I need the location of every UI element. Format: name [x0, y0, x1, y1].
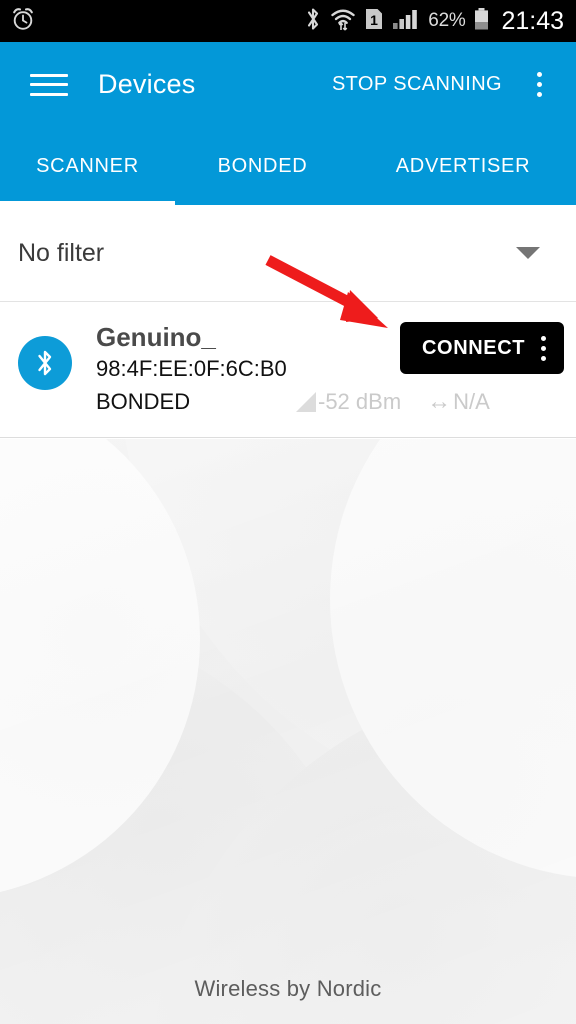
status-bar-clock: 21:43 [501, 6, 564, 35]
page-title: Devices [98, 69, 196, 99]
svg-text:1: 1 [370, 12, 378, 28]
device-meta-row: BONDED -52 dBm ↔ N/A [96, 388, 560, 416]
status-bar: 1 62% 21:43 [0, 0, 576, 42]
battery-icon [473, 6, 490, 37]
status-bar-right: 1 62% 21:43 [304, 6, 564, 37]
cellular-signal-icon [392, 6, 420, 37]
rssi-value: -52 dBm [318, 389, 402, 415]
tab-bar: SCANNER BONDED ADVERTISER [0, 127, 576, 205]
footer-branding: Wireless by Nordic [194, 976, 382, 1001]
interval-block: ↔ N/A [427, 388, 490, 416]
tab-scanner[interactable]: SCANNER [0, 155, 175, 178]
status-bar-left [10, 6, 36, 37]
phone-screen: 1 62% 21:43 Devices STOP SCANNING SCANNE… [0, 0, 576, 1024]
filter-dropdown[interactable]: No filter [0, 205, 576, 302]
rssi-block: -52 dBm [296, 389, 401, 415]
tab-bonded[interactable]: BONDED [175, 155, 350, 178]
bluetooth-icon [18, 336, 72, 390]
overflow-menu-icon[interactable] [526, 335, 560, 361]
bond-state-label: BONDED [96, 389, 191, 415]
interval-arrows-icon: ↔ [427, 388, 452, 416]
empty-list-background: Wireless by Nordic [0, 439, 576, 1024]
tab-advertiser[interactable]: ADVERTISER [350, 155, 576, 178]
alarm-clock-icon [10, 6, 36, 37]
overflow-menu-icon[interactable] [520, 72, 558, 97]
signal-strength-icon [296, 392, 316, 413]
battery-percent-label: 62% [428, 10, 466, 31]
stop-scanning-button[interactable]: STOP SCANNING [332, 73, 502, 96]
app-bar: Devices STOP SCANNING SCANNER BONDED ADV… [0, 42, 576, 205]
connect-button-label: CONNECT [422, 336, 526, 359]
filter-selected-label: No filter [18, 238, 105, 267]
wifi-icon [330, 6, 356, 37]
chevron-down-icon[interactable] [516, 247, 540, 259]
connect-button[interactable]: CONNECT [400, 322, 564, 374]
hamburger-menu-icon[interactable] [30, 70, 68, 100]
app-bar-top-row: Devices STOP SCANNING [0, 42, 576, 127]
interval-value: N/A [453, 389, 490, 415]
sim-1-icon: 1 [364, 6, 384, 37]
wallpaper-sheen [0, 439, 576, 1024]
bluetooth-icon [304, 6, 322, 37]
